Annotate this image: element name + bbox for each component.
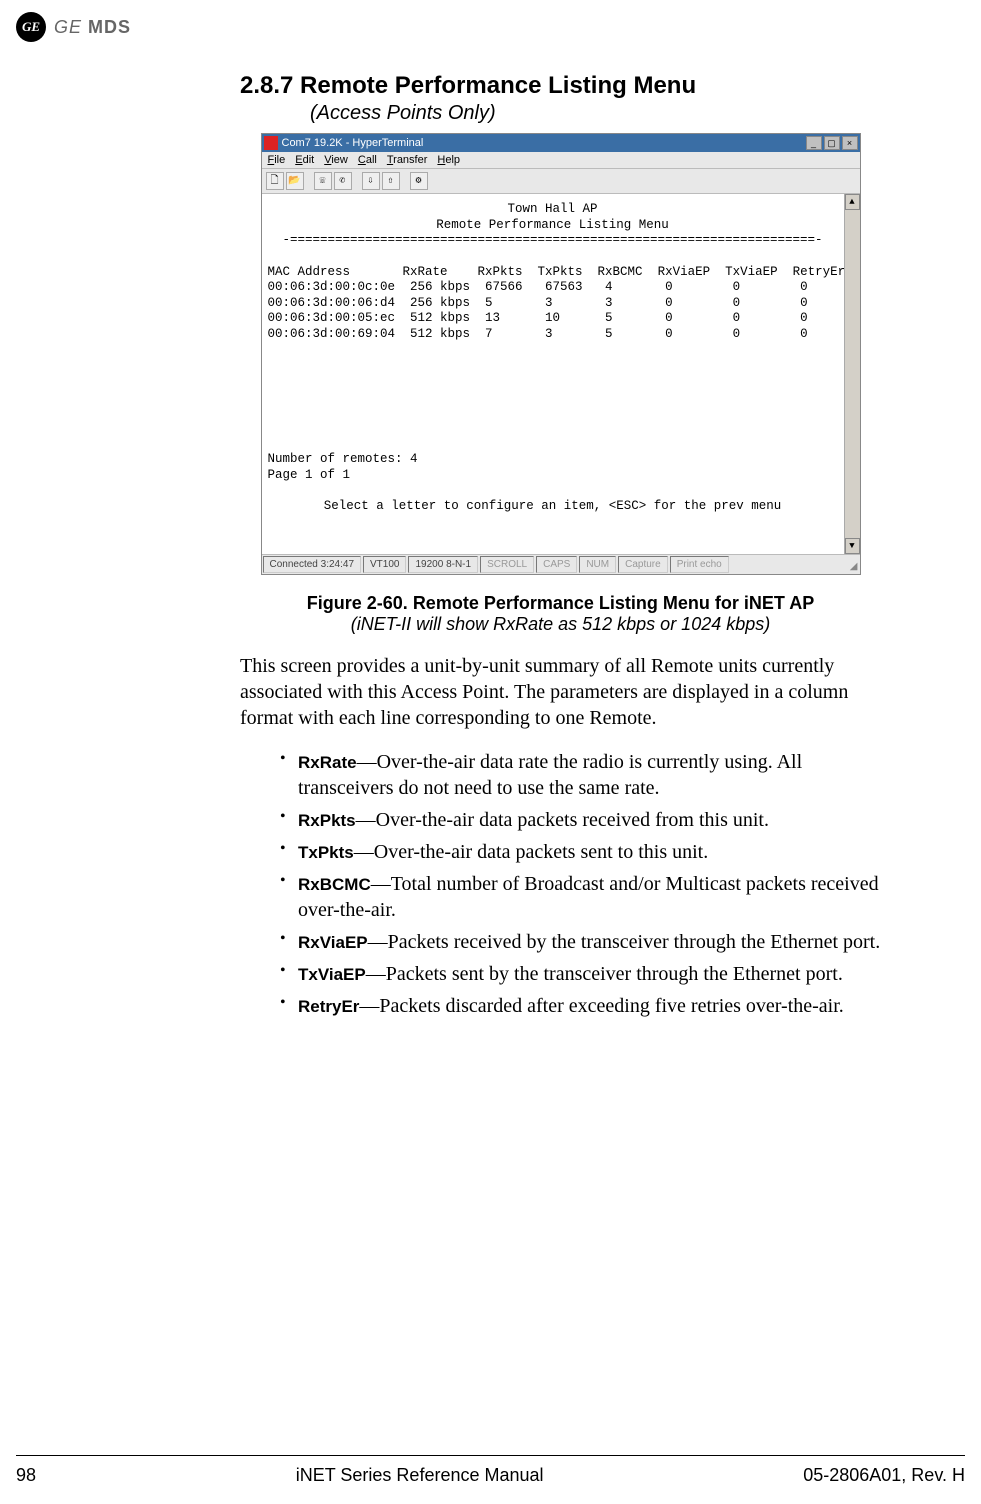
- menu-edit[interactable]: Edit: [295, 154, 314, 166]
- minimize-button[interactable]: _: [806, 136, 822, 150]
- intro-paragraph: This screen provides a unit-by-unit summ…: [240, 653, 881, 731]
- param-term: RetryEr: [298, 997, 359, 1016]
- status-connected: Connected 3:24:47: [263, 556, 362, 573]
- param-desc: —Packets discarded after exceeding five …: [359, 995, 843, 1017]
- window-titlebar[interactable]: Com7 19.2K - HyperTerminal _ ▢ ×: [262, 134, 860, 152]
- menu-transfer[interactable]: Transfer: [387, 154, 428, 166]
- close-button[interactable]: ×: [842, 136, 858, 150]
- scroll-down-icon[interactable]: ▼: [845, 538, 860, 554]
- properties-icon[interactable]: ⚙: [410, 172, 428, 190]
- param-term: RxBCMC: [298, 875, 371, 894]
- send-icon[interactable]: ⇩: [362, 172, 380, 190]
- status-scroll: SCROLL: [480, 556, 534, 573]
- open-icon[interactable]: 📂: [286, 172, 304, 190]
- terminal-divider: -=======================================…: [268, 233, 838, 249]
- section-subtitle: (Access Points Only): [310, 102, 881, 125]
- status-num: NUM: [579, 556, 616, 573]
- list-item: RxRate—Over-the-air data rate the radio …: [280, 749, 881, 801]
- param-term: TxPkts: [298, 843, 354, 862]
- status-capture: Capture: [618, 556, 668, 573]
- list-item: TxPkts—Over-the-air data packets sent to…: [280, 839, 881, 865]
- status-bar: Connected 3:24:47 VT100 19200 8-N-1 SCRO…: [262, 554, 860, 574]
- disconnect-icon[interactable]: ✆: [334, 172, 352, 190]
- status-caps: CAPS: [536, 556, 577, 573]
- menu-call[interactable]: Call: [358, 154, 377, 166]
- list-item: RxBCMC—Total number of Broadcast and/or …: [280, 871, 881, 923]
- terminal-output: Town Hall APRemote Performance Listing M…: [262, 194, 844, 554]
- table-row: 00:06:3d:00:06:d4 256 kbps 5 3 3 0 0 0: [268, 296, 808, 310]
- connect-icon[interactable]: ☏: [314, 172, 332, 190]
- param-term: RxPkts: [298, 811, 356, 830]
- status-print: Print echo: [670, 556, 729, 573]
- maximize-button[interactable]: ▢: [824, 136, 840, 150]
- window-title: Com7 19.2K - HyperTerminal: [282, 137, 424, 149]
- terminal-scrollbar[interactable]: ▲ ▼: [844, 194, 860, 554]
- terminal-columns: MAC Address RxRate RxPkts TxPkts RxBCMC …: [268, 265, 844, 279]
- table-row: 00:06:3d:00:0c:0e 256 kbps 67566 67563 4…: [268, 280, 808, 294]
- receive-icon[interactable]: ⇧: [382, 172, 400, 190]
- footer-manual-title: iNET Series Reference Manual: [296, 1465, 544, 1486]
- page-footer: 98 iNET Series Reference Manual 05-2806A…: [16, 1465, 965, 1486]
- param-desc: —Total number of Broadcast and/or Multic…: [298, 873, 879, 921]
- ge-logo-icon: GE: [16, 12, 46, 42]
- toolbar: 🗋 📂 ☏ ✆ ⇩ ⇧ ⚙: [262, 169, 860, 194]
- scroll-up-icon[interactable]: ▲: [845, 194, 860, 210]
- list-item: TxViaEP—Packets sent by the transceiver …: [280, 961, 881, 987]
- terminal-title1: Town Hall AP: [268, 202, 838, 218]
- brand-text: GE MDS: [54, 17, 131, 38]
- terminal-window: Com7 19.2K - HyperTerminal _ ▢ × File Ed…: [261, 133, 861, 575]
- menu-bar: File Edit View Call Transfer Help: [262, 152, 860, 169]
- param-desc: —Packets sent by the transceiver through…: [366, 963, 843, 985]
- footer-page-number: 98: [16, 1465, 36, 1486]
- param-desc: —Over-the-air data packets sent to this …: [354, 841, 709, 863]
- footer-doc-id: 05-2806A01, Rev. H: [803, 1465, 965, 1486]
- list-item: RxViaEP—Packets received by the transcei…: [280, 929, 881, 955]
- param-desc: —Over-the-air data rate the radio is cur…: [298, 751, 802, 799]
- param-desc: —Over-the-air data packets received from…: [356, 809, 769, 831]
- terminal-page-info: Page 1 of 1: [268, 468, 351, 482]
- parameter-list: RxRate—Over-the-air data rate the radio …: [240, 749, 881, 1019]
- status-baud: 19200 8-N-1: [408, 556, 478, 573]
- terminal-num-remotes: Number of remotes: 4: [268, 452, 418, 466]
- terminal-title2: Remote Performance Listing Menu: [268, 218, 838, 234]
- menu-view[interactable]: View: [324, 154, 348, 166]
- table-row: 00:06:3d:00:69:04 512 kbps 7 3 5 0 0 0: [268, 327, 808, 341]
- param-term: RxViaEP: [298, 933, 368, 952]
- figure-caption: Figure 2-60. Remote Performance Listing …: [240, 593, 881, 614]
- footer-rule: [16, 1455, 965, 1456]
- status-emulation: VT100: [363, 556, 406, 573]
- page-header: GE GE MDS: [0, 0, 981, 42]
- resize-grip-icon[interactable]: ◢: [842, 555, 860, 574]
- figure-subcaption: (iNET-II will show RxRate as 512 kbps or…: [240, 614, 881, 635]
- list-item: RetryEr—Packets discarded after exceedin…: [280, 993, 881, 1019]
- param-term: TxViaEP: [298, 965, 366, 984]
- menu-help[interactable]: Help: [437, 154, 460, 166]
- list-item: RxPkts—Over-the-air data packets receive…: [280, 807, 881, 833]
- new-icon[interactable]: 🗋: [266, 172, 284, 190]
- section-heading: 2.8.7 Remote Performance Listing Menu: [240, 72, 881, 100]
- terminal-prompt: Select a letter to configure an item, <E…: [268, 499, 838, 515]
- param-desc: —Packets received by the transceiver thr…: [368, 931, 881, 953]
- app-icon: [264, 136, 278, 150]
- param-term: RxRate: [298, 753, 357, 772]
- content-area: 2.8.7 Remote Performance Listing Menu (A…: [0, 42, 981, 1019]
- menu-file[interactable]: File: [268, 154, 286, 166]
- table-row: 00:06:3d:00:05:ec 512 kbps 13 10 5 0 0 0: [268, 311, 808, 325]
